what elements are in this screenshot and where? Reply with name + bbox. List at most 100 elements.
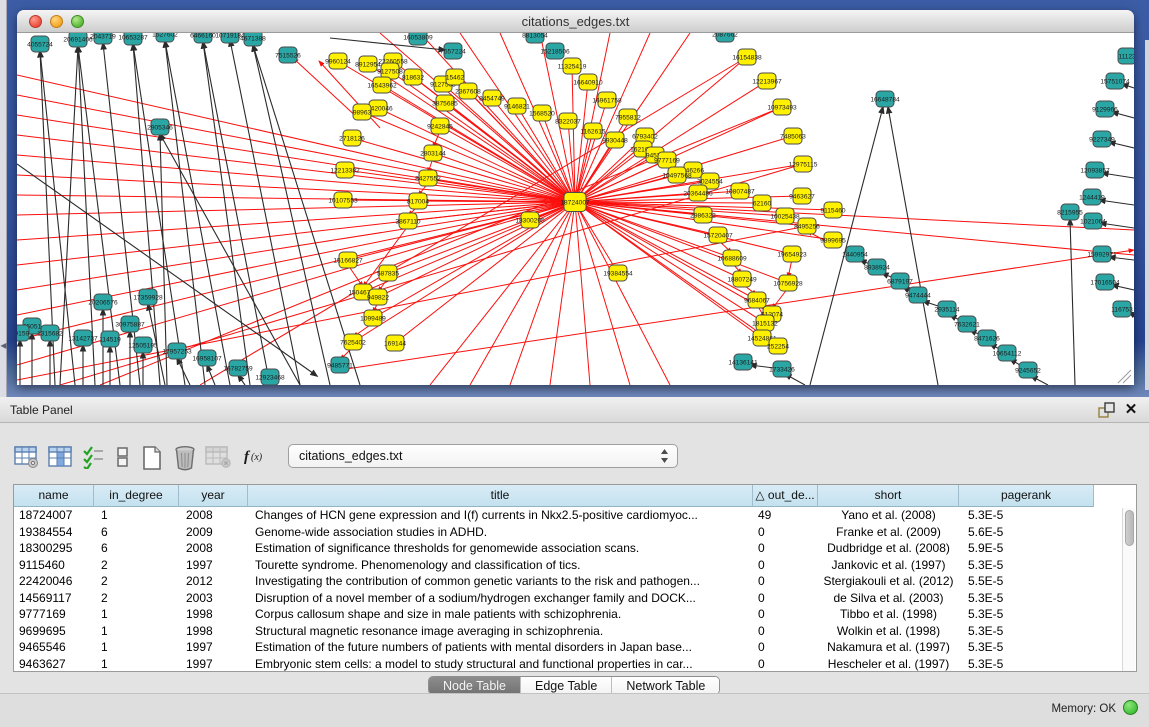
table-cell[interactable]: Tibbo et al. (1998) — [818, 606, 959, 623]
network-node[interactable]: 30975887 — [115, 316, 145, 332]
table-cell[interactable]: 2003 — [179, 590, 248, 607]
float-panel-icon[interactable] — [1098, 402, 1115, 419]
network-edge[interactable] — [1070, 219, 1075, 385]
table-cell[interactable]: 5.3E-5 — [959, 656, 1094, 673]
table-cell[interactable]: 1 — [94, 656, 179, 673]
table-cell[interactable]: Changes of HCN gene expression and I(f) … — [248, 507, 753, 524]
network-node[interactable]: 1568520 — [529, 105, 555, 121]
table-scrollbar[interactable] — [1122, 508, 1135, 671]
network-node[interactable]: 10688609 — [717, 250, 747, 266]
table-cell[interactable]: de Silva et al. (2003) — [818, 590, 959, 607]
table-cell[interactable]: Corpus callosum shape and size in male p… — [248, 606, 753, 623]
network-node[interactable]: 39159 — [17, 325, 29, 341]
network-node[interactable]: 98963 — [353, 104, 372, 120]
table-row[interactable]: 1872400712008Changes of HCN gene express… — [14, 507, 1122, 524]
table-cell[interactable]: 18300295 — [14, 540, 94, 557]
network-edge[interactable] — [390, 71, 575, 202]
network-node[interactable]: 10107553 — [328, 192, 358, 208]
network-node[interactable]: 2718126 — [339, 130, 365, 146]
network-node[interactable]: 1315682 — [37, 325, 63, 341]
network-node[interactable]: 169144 — [384, 335, 406, 351]
network-node[interactable]: 8322037 — [555, 113, 581, 129]
table-cell[interactable]: 0 — [753, 623, 818, 640]
table-cell[interactable]: 2008 — [179, 507, 248, 524]
import-table-icon[interactable] — [205, 445, 231, 471]
network-node[interactable]: 12505195 — [128, 337, 158, 353]
network-node[interactable]: 16053809 — [403, 33, 433, 45]
network-node[interactable]: 19654923 — [777, 246, 807, 262]
network-node[interactable]: 1244419 — [1079, 189, 1105, 205]
network-node[interactable]: 7632621 — [954, 316, 980, 332]
network-node[interactable]: 3867110 — [395, 213, 421, 229]
table-cell[interactable]: 2 — [94, 590, 179, 607]
table-cell[interactable]: 0 — [753, 524, 818, 541]
column-header-in_degree[interactable]: in_degree — [94, 485, 179, 507]
network-node[interactable]: 9245652 — [1015, 362, 1041, 378]
network-node[interactable]: 10653287 — [118, 33, 148, 45]
table-cell[interactable]: 0 — [753, 540, 818, 557]
column-header-year[interactable]: year — [179, 485, 248, 507]
network-edge[interactable] — [293, 58, 360, 120]
table-cell[interactable]: Tourette syndrome. Phenomenology and cla… — [248, 557, 753, 574]
network-node[interactable]: 16648784 — [870, 91, 900, 107]
network-node[interactable]: 587835 — [377, 265, 399, 281]
network-node[interactable]: 8938924 — [864, 259, 890, 275]
table-cell[interactable]: 5.3E-5 — [959, 507, 1094, 524]
table-cell[interactable]: 5.3E-5 — [959, 639, 1094, 656]
table-row[interactable]: 977716911998Corpus callosum shape and si… — [14, 606, 1122, 623]
network-node[interactable]: 19384554 — [603, 265, 633, 281]
network-node[interactable]: 7515526 — [275, 47, 301, 63]
network-node[interactable]: 2905346 — [147, 119, 173, 135]
table-cell[interactable]: 5.3E-5 — [959, 623, 1094, 640]
table-row[interactable]: 946362711997Embryonic stem cells: a mode… — [14, 656, 1122, 673]
network-edge[interactable] — [395, 202, 575, 343]
network-node[interactable]: 9227349 — [1089, 131, 1115, 147]
network-canvas[interactable]: 4055724206914062043719106532871527602646… — [17, 33, 1134, 385]
network-edge[interactable] — [200, 57, 747, 385]
network-node[interactable]: 9899695 — [820, 232, 846, 248]
network-node[interactable]: 2087662 — [712, 33, 738, 42]
table-cell[interactable]: Investigating the contribution of common… — [248, 573, 753, 590]
network-node[interactable]: 817004 — [407, 193, 429, 209]
table-cell[interactable]: 6 — [94, 524, 179, 541]
network-edge[interactable] — [888, 107, 938, 385]
table-cell[interactable]: 6 — [94, 540, 179, 557]
network-node[interactable]: 12923468 — [255, 369, 285, 385]
table-cell[interactable]: 1997 — [179, 557, 248, 574]
network-node[interactable]: 11123 — [1118, 48, 1134, 64]
network-node[interactable]: 1733426 — [769, 361, 795, 377]
table-cell[interactable]: Yano et al. (2008) — [818, 507, 959, 524]
network-edge[interactable] — [575, 202, 618, 273]
table-cell[interactable]: 0 — [753, 573, 818, 590]
network-node[interactable]: 9146821 — [504, 98, 530, 114]
column-header-pagerank[interactable]: pagerank — [959, 485, 1094, 507]
network-edge[interactable] — [810, 107, 883, 385]
network-edge[interactable] — [348, 202, 575, 260]
panel-collapse-arrow-icon[interactable]: ◀ — [0, 340, 7, 352]
network-edge[interactable] — [510, 202, 575, 385]
network-node[interactable]: 20206576 — [88, 294, 118, 310]
network-node[interactable]: 15751074 — [1100, 73, 1130, 89]
network-node[interactable]: 252254 — [767, 338, 789, 354]
new-table-icon[interactable] — [140, 445, 166, 471]
network-edge[interactable] — [470, 202, 575, 385]
network-node[interactable]: 9115460 — [820, 202, 846, 218]
network-node[interactable]: 2367608 — [455, 83, 481, 99]
network-edge[interactable] — [207, 365, 215, 385]
network-node[interactable]: 18724007 — [560, 193, 590, 212]
network-node[interactable]: 8495256 — [794, 218, 820, 234]
table-cell[interactable]: 19384554 — [14, 524, 94, 541]
table-cell[interactable]: 0 — [753, 656, 818, 673]
table-row[interactable]: 1938455462009Genome-wide association stu… — [14, 524, 1122, 541]
canvas-resize-grip[interactable] — [1118, 370, 1131, 383]
network-node[interactable]: 6466160 — [190, 33, 216, 43]
network-node[interactable]: 10025438 — [770, 208, 800, 224]
column-header-out_de[interactable]: △ out_de... — [753, 485, 818, 507]
table-cell[interactable]: Disruption of a novel member of a sodium… — [248, 590, 753, 607]
network-node[interactable]: 14136141 — [728, 354, 758, 370]
network-node[interactable]: 9463627 — [789, 188, 815, 204]
table-cell[interactable]: 2008 — [179, 540, 248, 557]
row-height-icon[interactable] — [115, 445, 141, 471]
table-cell[interactable]: 5.9E-5 — [959, 540, 1094, 557]
network-node[interactable]: 12093857 — [1080, 162, 1110, 178]
